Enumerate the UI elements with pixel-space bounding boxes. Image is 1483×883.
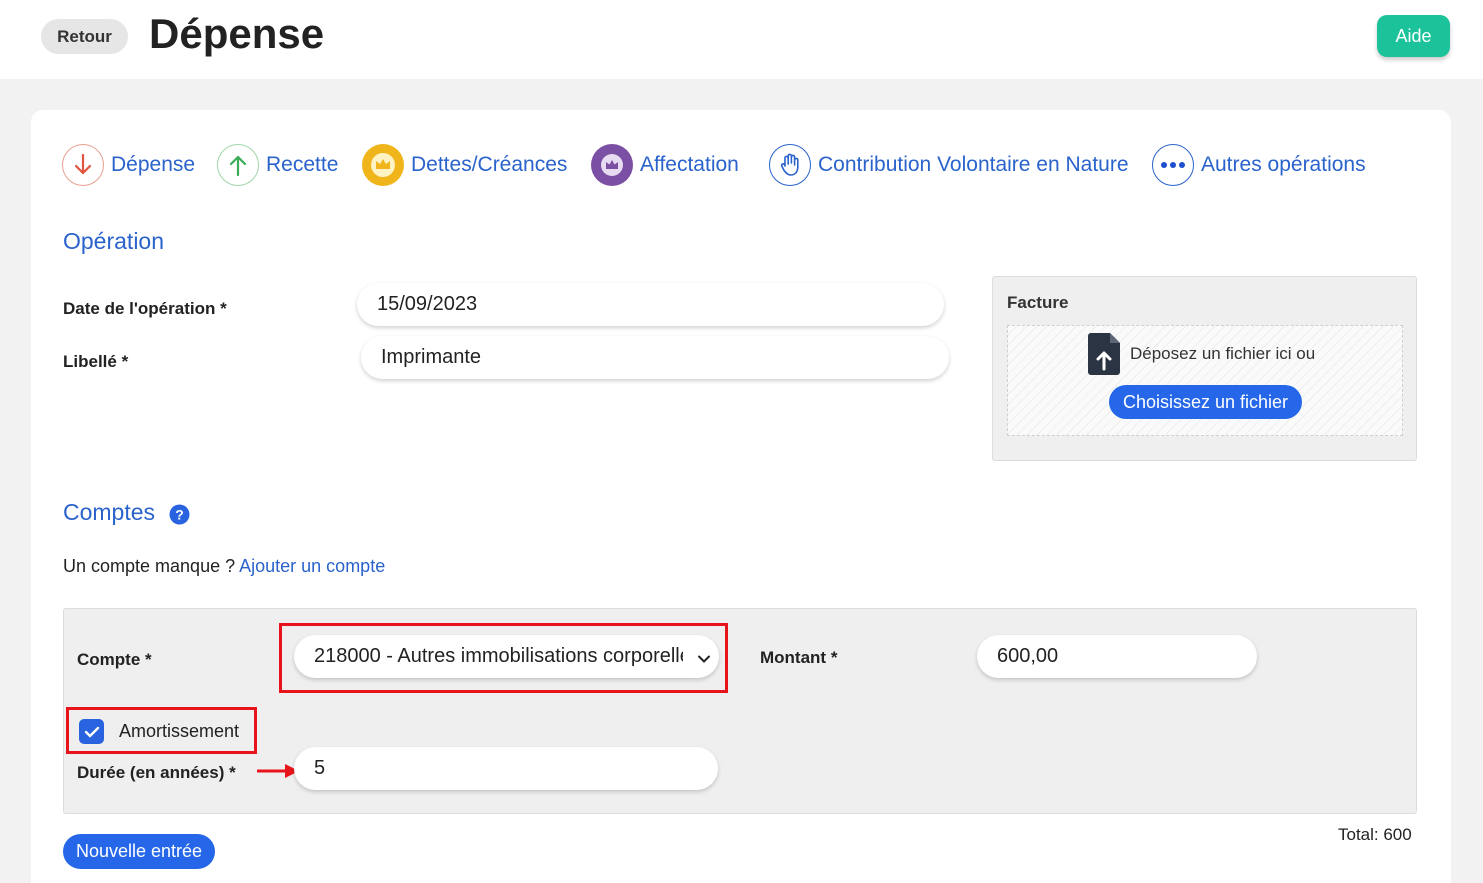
checkmark-icon bbox=[84, 726, 99, 737]
new-entry-button[interactable]: Nouvelle entrée bbox=[63, 834, 215, 869]
libelle-input[interactable]: Imprimante bbox=[361, 336, 949, 379]
type-label: Autres opérations bbox=[1201, 153, 1366, 176]
crown-arrows-icon bbox=[591, 144, 633, 186]
help-button[interactable]: Aide bbox=[1377, 15, 1450, 57]
help-question-icon[interactable]: ? bbox=[169, 504, 190, 530]
facture-title: Facture bbox=[1007, 293, 1069, 312]
type-label: Affectation bbox=[640, 153, 739, 176]
file-upload-icon bbox=[1086, 332, 1122, 381]
choose-file-button[interactable]: Choisissez un fichier bbox=[1109, 385, 1302, 419]
hand-icon bbox=[769, 144, 811, 186]
page-title: Dépense bbox=[149, 10, 325, 57]
date-input[interactable]: 15/09/2023 bbox=[357, 283, 944, 326]
type-dettes-creances[interactable]: Dettes/Créances bbox=[362, 143, 567, 187]
montant-label: Montant * bbox=[760, 648, 838, 667]
montant-input[interactable]: 600,00 bbox=[977, 635, 1257, 678]
section-title-operation: Opération bbox=[63, 228, 165, 254]
type-contribution-volontaire[interactable]: Contribution Volontaire en Nature bbox=[769, 143, 1129, 187]
chevron-down-icon bbox=[697, 649, 711, 672]
top-bar: Retour Dépense Aide bbox=[0, 0, 1483, 79]
compte-select-value: 218000 - Autres immobilisations corporel… bbox=[314, 645, 683, 667]
type-affectation[interactable]: Affectation bbox=[591, 143, 739, 187]
type-label: Contribution Volontaire en Nature bbox=[818, 153, 1129, 176]
arrow-up-icon bbox=[217, 144, 259, 186]
type-recette[interactable]: Recette bbox=[217, 143, 338, 187]
amortissement-label: Amortissement bbox=[119, 721, 240, 741]
more-dots-icon bbox=[1152, 144, 1194, 186]
crown-icon bbox=[362, 144, 404, 186]
back-button[interactable]: Retour bbox=[41, 19, 128, 54]
add-account-link[interactable]: Ajouter un compte bbox=[239, 556, 385, 576]
compte-select[interactable]: 218000 - Autres immobilisations corporel… bbox=[294, 635, 719, 678]
duree-label: Durée (en années) * bbox=[77, 763, 236, 782]
compte-label: Compte * bbox=[77, 650, 152, 669]
type-label: Recette bbox=[266, 153, 339, 176]
file-dropzone[interactable]: Déposez un fichier ici ou Choisissez un … bbox=[1007, 325, 1403, 436]
missing-account-line: Un compte manque ? Ajouter un compte bbox=[63, 556, 385, 577]
drop-text: Déposez un fichier ici ou bbox=[1130, 344, 1316, 363]
amortissement-checkbox[interactable] bbox=[79, 719, 104, 744]
type-label: Dépense bbox=[111, 153, 196, 176]
facture-panel: Facture Déposez un fichier ici ou Choisi… bbox=[992, 276, 1417, 461]
libelle-label: Libellé * bbox=[63, 352, 129, 371]
date-label: Date de l'opération * bbox=[63, 299, 227, 318]
arrow-down-icon bbox=[62, 144, 104, 186]
type-autres-operations[interactable]: Autres opérations bbox=[1152, 143, 1366, 187]
svg-text:?: ? bbox=[175, 507, 184, 523]
missing-account-text: Un compte manque ? bbox=[63, 556, 236, 576]
type-depense[interactable]: Dépense bbox=[62, 143, 195, 187]
duree-input[interactable]: 5 bbox=[294, 747, 718, 790]
section-title-comptes: Comptes bbox=[63, 499, 156, 525]
type-label: Dettes/Créances bbox=[411, 153, 568, 176]
total-text: Total: 600 bbox=[1338, 825, 1412, 844]
